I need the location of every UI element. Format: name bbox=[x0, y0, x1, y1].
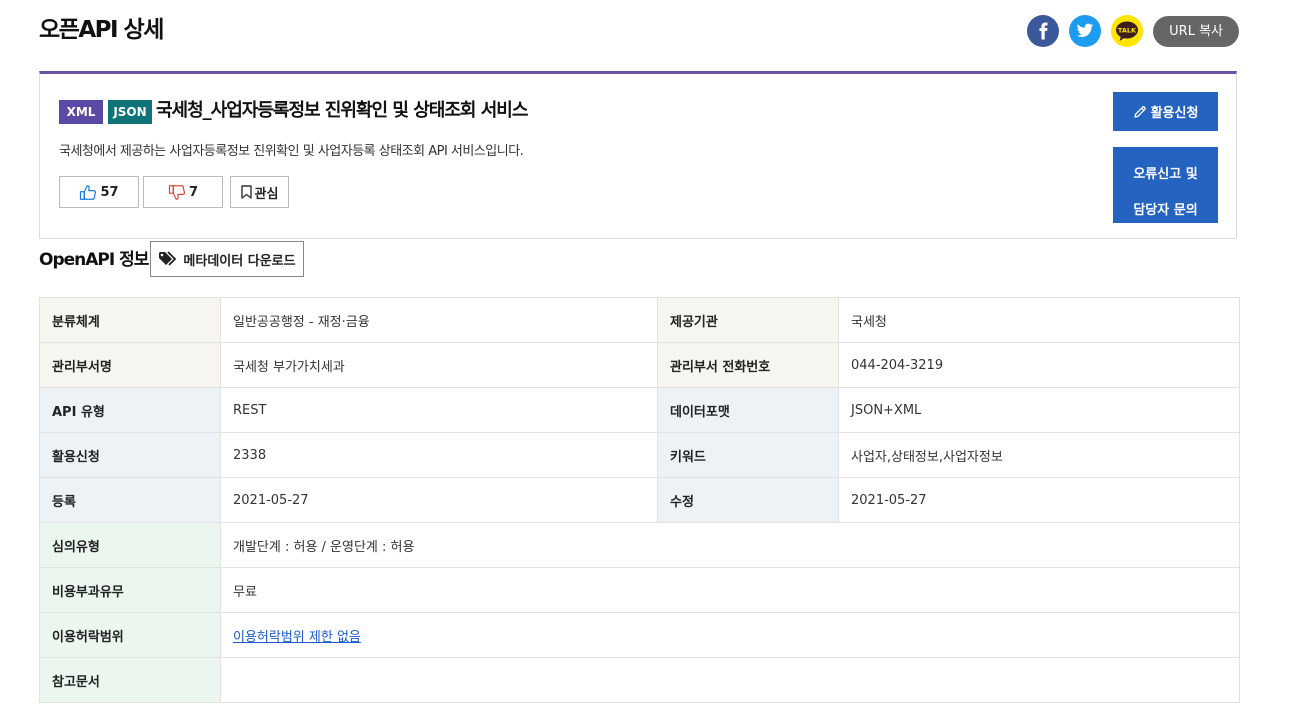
table-cell: 2338 bbox=[220, 432, 658, 478]
json-format-badge: JSON bbox=[108, 100, 152, 124]
page: 오픈API 상세 TALK URL 복사 XML JSON 국세청_사업자등록정… bbox=[0, 0, 1290, 716]
kakaotalk-icon: TALK bbox=[1116, 21, 1139, 41]
facebook-share-button[interactable] bbox=[1027, 15, 1060, 47]
table-row: 이용허락범위 이용허락범위 제한 없음 bbox=[39, 612, 1240, 658]
report-label-line2: 담당자 문의 bbox=[1133, 203, 1198, 218]
table-header-cell: 분류체계 bbox=[39, 297, 221, 343]
table-cell bbox=[220, 657, 1240, 703]
report-error-contact-button[interactable]: 오류신고 및 담당자 문의 bbox=[1113, 147, 1218, 223]
table-row: 활용신청 2338 키워드 사업자,상태정보,사업자정보 bbox=[39, 432, 1240, 478]
openapi-info-table: 분류체계 일반공공행정 - 재정·금융 제공기관 국세청 관리부서명 국세청 부… bbox=[39, 297, 1240, 703]
table-cell: 이용허락범위 제한 없음 bbox=[220, 612, 1240, 658]
api-description: 국세청에서 제공하는 사업자등록정보 진위확인 및 사업자등록 상태조회 API… bbox=[59, 144, 524, 159]
table-cell: REST bbox=[220, 387, 658, 433]
tags-icon bbox=[159, 251, 177, 266]
table-row: 관리부서명 국세청 부가가치세과 관리부서 전화번호 044-204-3219 bbox=[39, 342, 1240, 388]
twitter-share-button[interactable] bbox=[1069, 15, 1102, 47]
table-row: 등록 2021-05-27 수정 2021-05-27 bbox=[39, 477, 1240, 523]
license-scope-link[interactable]: 이용허락범위 제한 없음 bbox=[233, 630, 361, 645]
table-row: API 유형 REST 데이터포맷 JSON+XML bbox=[39, 387, 1240, 433]
api-summary-card: XML JSON 국세청_사업자등록정보 진위확인 및 상태조회 서비스 국세청… bbox=[39, 71, 1237, 239]
facebook-icon bbox=[1039, 22, 1048, 40]
table-cell: JSON+XML bbox=[838, 387, 1240, 433]
table-header-cell: 비용부과유무 bbox=[39, 567, 221, 613]
table-row: 분류체계 일반공공행정 - 재정·금융 제공기관 국세청 bbox=[39, 297, 1240, 343]
table-header-cell: 키워드 bbox=[657, 432, 839, 478]
table-cell: 2021-05-27 bbox=[220, 477, 658, 523]
apply-label: 활용신청 bbox=[1150, 106, 1199, 121]
openapi-info-title: OpenAPI 정보 bbox=[39, 250, 149, 270]
table-row: 심의유형 개발단계 : 허용 / 운영단계 : 허용 bbox=[39, 522, 1240, 568]
table-cell: 국세청 부가가치세과 bbox=[220, 342, 658, 388]
table-header-cell: 참고문서 bbox=[39, 657, 221, 703]
report-label-line1: 오류신고 및 bbox=[1133, 167, 1198, 182]
table-cell: 사업자,상태정보,사업자정보 bbox=[838, 432, 1240, 478]
table-row: 참고문서 bbox=[39, 657, 1240, 703]
table-header-cell: 수정 bbox=[657, 477, 839, 523]
table-cell: 044-204-3219 bbox=[838, 342, 1240, 388]
url-copy-button[interactable]: URL 복사 bbox=[1153, 15, 1239, 47]
table-cell: 국세청 bbox=[838, 297, 1240, 343]
metadata-download-label: 메타데이터 다운로드 bbox=[183, 253, 296, 269]
table-header-cell: 관리부서 전화번호 bbox=[657, 342, 839, 388]
metadata-download-button[interactable]: 메타데이터 다운로드 bbox=[150, 241, 304, 277]
share-bar: TALK URL 복사 bbox=[1027, 15, 1239, 47]
page-title: 오픈API 상세 bbox=[39, 17, 164, 43]
table-header-cell: 제공기관 bbox=[657, 297, 839, 343]
table-header-cell: 이용허락범위 bbox=[39, 612, 221, 658]
like-button[interactable]: 57 bbox=[59, 176, 139, 208]
table-row: 비용부과유무 무료 bbox=[39, 567, 1240, 613]
table-cell: 개발단계 : 허용 / 운영단계 : 허용 bbox=[220, 522, 1240, 568]
dislike-count: 7 bbox=[188, 184, 199, 200]
table-header-cell: 관리부서명 bbox=[39, 342, 221, 388]
dislike-button[interactable]: 7 bbox=[143, 176, 223, 208]
table-header-cell: 심의유형 bbox=[39, 522, 221, 568]
table-cell: 2021-05-27 bbox=[838, 477, 1240, 523]
pencil-icon bbox=[1133, 105, 1146, 118]
kakaotalk-share-button[interactable]: TALK bbox=[1111, 15, 1144, 47]
thumbs-up-icon bbox=[80, 184, 97, 200]
favorite-button[interactable]: 관심 bbox=[230, 176, 289, 208]
thumbs-down-icon bbox=[168, 184, 186, 200]
table-cell: 무료 bbox=[220, 567, 1240, 613]
table-cell: 일반공공행정 - 재정·금융 bbox=[220, 297, 658, 343]
table-header-cell: API 유형 bbox=[39, 387, 221, 433]
bookmark-icon bbox=[240, 185, 252, 199]
table-header-cell: 등록 bbox=[39, 477, 221, 523]
table-header-cell: 활용신청 bbox=[39, 432, 221, 478]
table-header-cell: 데이터포맷 bbox=[657, 387, 839, 433]
like-count: 57 bbox=[100, 184, 119, 200]
twitter-icon bbox=[1076, 23, 1094, 37]
api-name: 국세청_사업자등록정보 진위확인 및 상태조회 서비스 bbox=[156, 100, 528, 121]
apply-button[interactable]: 활용신청 bbox=[1113, 92, 1218, 131]
xml-format-badge: XML bbox=[59, 100, 103, 124]
kakaotalk-logo-text: TALK bbox=[1118, 27, 1137, 35]
favorite-label: 관심 bbox=[254, 186, 279, 202]
